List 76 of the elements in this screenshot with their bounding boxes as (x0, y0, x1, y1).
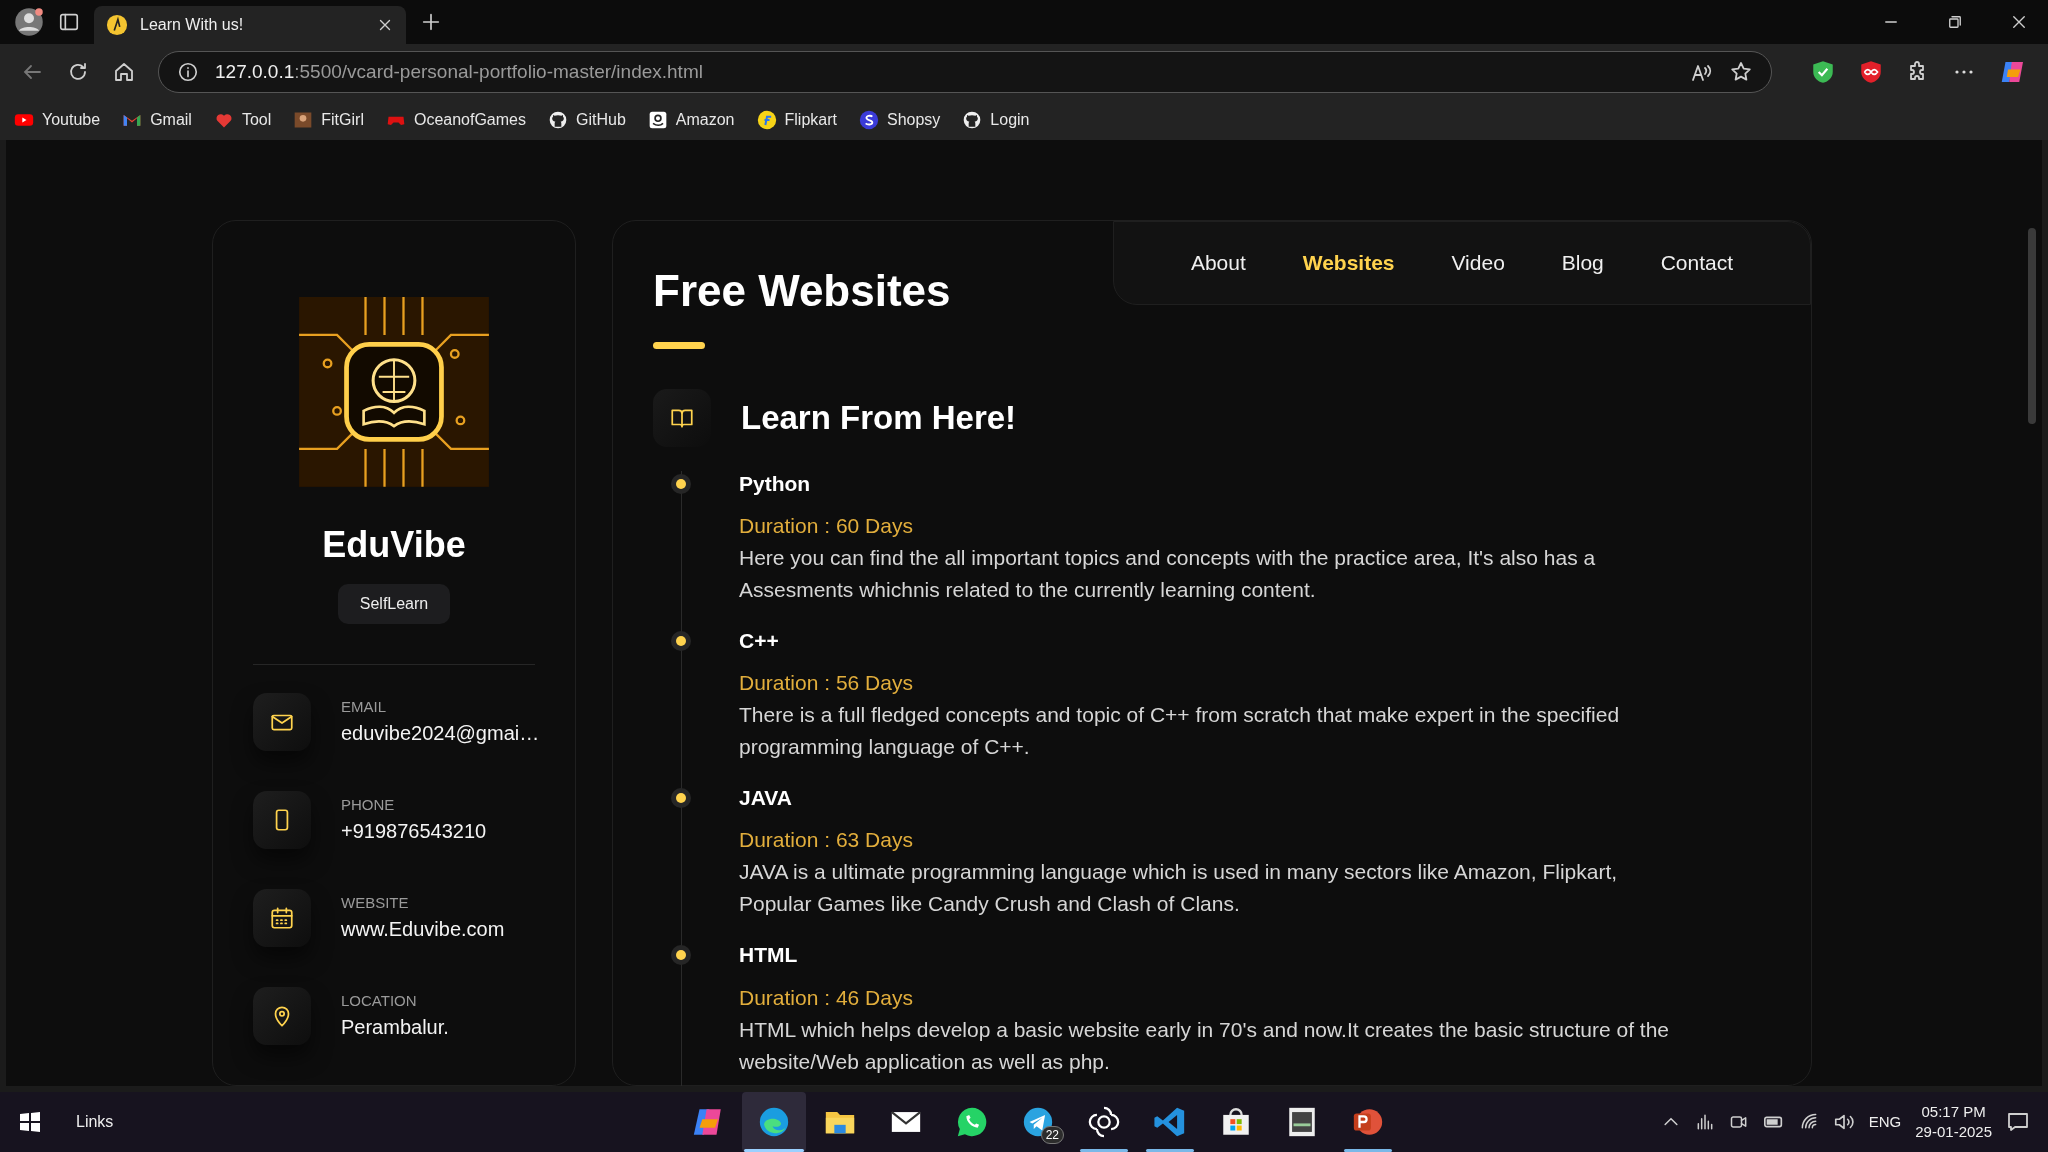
contact-value: +919876543210 (341, 819, 487, 845)
bookmark-link[interactable]: Tool (213, 108, 272, 132)
taskbar-app[interactable] (742, 1092, 806, 1152)
profile-avatar-icon[interactable] (14, 7, 44, 37)
course-duration: Duration : 56 Days (739, 670, 914, 697)
contact-label: WEBSITE (341, 892, 410, 913)
address-bar[interactable]: 127.0.0.1:5500/vcard-personal-portfolio-master/index.html (158, 51, 1772, 93)
nav-tab[interactable]: Contact (1660, 247, 1734, 279)
cat-icon (548, 110, 568, 130)
course-description: HTML which helps develop a basic website early in 70's and now.It creates the basic structure of the website/Web application as well as php. (739, 1016, 1671, 1075)
browser-tab[interactable]: Learn With us! (94, 6, 406, 44)
course-duration: Duration : 46 Days (739, 984, 914, 1011)
clock-time[interactable]: 05:17 PM (1915, 1102, 1992, 1122)
course-title: JAVA (739, 785, 793, 811)
contact-label: PHONE (341, 794, 396, 815)
code-editor-icon (1153, 1105, 1187, 1139)
profile-name: EduVibe (322, 522, 466, 567)
bookmark-link[interactable]: OceanofGames (385, 108, 526, 132)
chat-bubble-icon (955, 1105, 989, 1139)
close-window-icon[interactable] (2010, 13, 2028, 31)
contact-value: www.Eduvibe.com (341, 917, 505, 943)
new-tab-icon[interactable] (420, 11, 442, 33)
language-indicator[interactable]: ENG (1868, 1110, 1902, 1134)
windows-start-icon[interactable] (18, 1110, 42, 1134)
nav-tab[interactable]: About (1190, 247, 1246, 279)
course-description: JAVA is a ultimate programming language which is used in many sectors like Amazon, Flipkart, Popular Games like Candy Crush and Clash of Clans. (739, 859, 1619, 918)
bookmark-link[interactable]: FitGirl (293, 108, 364, 132)
course-title: HTML (739, 942, 799, 968)
course-title: Python (739, 470, 812, 496)
nav-tab[interactable]: Websites (1302, 247, 1395, 279)
restore-icon[interactable] (1946, 13, 1964, 31)
notifications-icon[interactable] (2006, 1110, 2030, 1134)
course-description: Here you can find the all important topics and concepts with the practice area, It's also has a Assesments whichnis related to the currently learning content. (739, 545, 1597, 603)
section-title: Learn From Here! (741, 398, 1017, 438)
home-icon[interactable] (112, 60, 136, 84)
page-title: Free Websites (653, 265, 952, 317)
tab-title: Learn With us! (140, 15, 245, 35)
course-duration: Duration : 60 Days (739, 513, 914, 539)
taskbar-app[interactable]: 22 (1006, 1092, 1070, 1152)
info-icon (177, 61, 199, 83)
nav-tab[interactable]: Blog (1561, 247, 1604, 279)
tab-actions-icon[interactable] (58, 11, 80, 33)
nav-tab[interactable]: Video (1451, 247, 1505, 279)
bookmark-link[interactable]: Gmail (122, 108, 192, 132)
photo-icon (293, 110, 314, 130)
contact-label: EMAIL (341, 696, 387, 717)
bookmark-link[interactable]: Flipkart (756, 108, 837, 132)
browser-icon (757, 1105, 791, 1139)
contact-label: LOCATION (341, 990, 418, 1011)
title-underline (653, 341, 705, 349)
clock-date[interactable]: 29-01-2025 (1915, 1122, 1992, 1142)
star-icon[interactable] (1729, 60, 1753, 84)
toolbar-label[interactable]: Links (76, 1110, 114, 1134)
bookmark-link[interactable]: Login (962, 108, 1030, 132)
smile-icon (647, 110, 668, 130)
shield-check-icon[interactable] (1810, 59, 1836, 85)
course-title: C++ (739, 628, 780, 654)
contact-value: eduvibe2024@gmai… (341, 721, 540, 747)
notification-count: 22 (1040, 1126, 1064, 1144)
knot-icon (1087, 1105, 1121, 1139)
course-duration: Duration : 63 Days (739, 827, 914, 854)
address-text: 127.0.0.1:5500/vcard-personal-portfolio-master/index.html (215, 59, 704, 84)
course-description: There is a full fledged concepts and topic of C++ from scratch that make expert in the specified programming language of C++. (739, 702, 1621, 761)
cat-icon (962, 110, 983, 130)
bookmark-link[interactable]: Shopsy (858, 108, 941, 132)
contact-value: Perambalur. (341, 1015, 449, 1041)
bookmark-link[interactable]: Youtube (14, 108, 101, 132)
role-tag: SelfLearn (337, 584, 451, 625)
circle-icon (756, 110, 777, 130)
bookmark-link[interactable]: Amazon (647, 108, 735, 132)
scrollbar-thumb[interactable] (2028, 228, 2036, 424)
site-logo-icon (106, 14, 128, 36)
bookmark-link[interactable]: GitHub (548, 108, 626, 132)
shield-infinity-icon[interactable] (1858, 59, 1884, 85)
calendar-icon (269, 905, 295, 931)
s-curve-icon (858, 110, 879, 130)
